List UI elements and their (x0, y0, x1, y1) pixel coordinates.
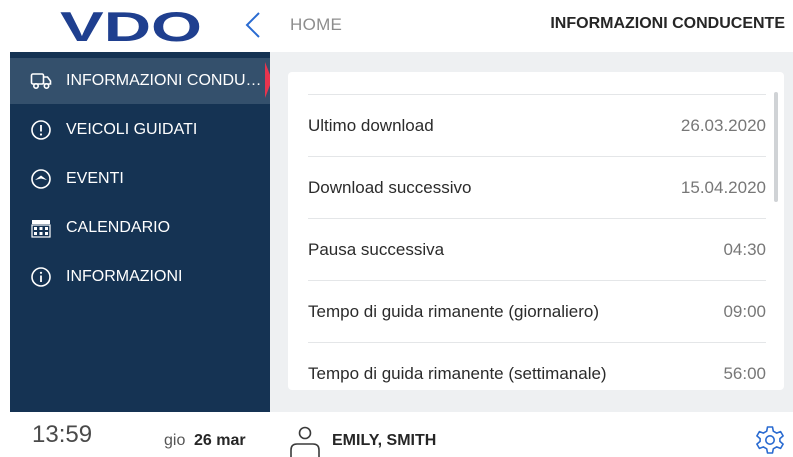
row-label: Pausa successiva (308, 239, 445, 259)
driver-info-card: Ultimo download 26.03.2020 Download succ… (288, 72, 784, 390)
info-row-next-break[interactable]: Pausa successiva 04:30 (308, 219, 766, 281)
sidebar-item-events[interactable]: EVENTI (10, 156, 270, 202)
row-value: 04:30 (723, 239, 766, 259)
info-row-daily-driving-time[interactable]: Tempo di guida rimanente (giornaliero) 0… (308, 281, 766, 343)
info-icon (30, 266, 52, 288)
row-value: 26.03.2020 (680, 115, 766, 135)
back-button[interactable] (236, 8, 270, 42)
row-label: Tempo di guida rimanente (giornaliero) (308, 301, 600, 321)
calendar-icon (30, 217, 52, 239)
sidebar-item-vehicles[interactable]: VEICOLI GUIDATI (10, 107, 270, 153)
breadcrumb-home[interactable]: HOME (290, 15, 342, 35)
header: VDO HOME INFORMAZIONI CONDUCENTE (0, 0, 793, 52)
status-bar: 13:59 gio 26 mar EMILY, SMITH (0, 412, 793, 457)
row-label: Tempo di guida rimanente (settimanale) (308, 363, 607, 383)
weekday: gio (164, 432, 186, 449)
row-value: 09:00 (723, 301, 766, 321)
settings-button[interactable] (754, 424, 786, 456)
vdo-logo: VDO (60, 8, 202, 44)
chevron-left-icon (245, 12, 260, 38)
sidebar-item-info[interactable]: INFORMAZIONI (10, 254, 270, 300)
alert-circle-icon (30, 119, 52, 141)
row-label: Ultimo download (308, 115, 434, 135)
sidebar-item-calendar[interactable]: CALENDARIO (10, 205, 270, 251)
gear-icon (756, 426, 784, 454)
clock: 13:59 (32, 421, 93, 448)
user-icon (290, 426, 320, 457)
row-label: Download successivo (308, 177, 472, 197)
row-value: 56:00 (723, 363, 766, 383)
sidebar-item-label: INFORMAZIONI (66, 268, 183, 285)
row-value: 15.04.2020 (680, 177, 766, 197)
info-row-last-download[interactable]: Ultimo download 26.03.2020 (308, 95, 766, 157)
svg-text:VDO: VDO (60, 8, 202, 44)
truck-icon (30, 70, 52, 92)
compass-icon (30, 168, 52, 190)
driver-name: EMILY, SMITH (332, 432, 437, 449)
scrollbar[interactable] (774, 92, 778, 202)
sidebar-item-label: INFORMAZIONI CONDU… (66, 72, 262, 89)
info-row-weekly-driving-time[interactable]: Tempo di guida rimanente (settimanale) 5… (308, 343, 766, 390)
sidebar-item-label: EVENTI (66, 170, 124, 187)
sidebar: INFORMAZIONI CONDU… VEICOLI GUIDATI EVEN… (10, 52, 270, 412)
info-row-next-download[interactable]: Download successivo 15.04.2020 (308, 157, 766, 219)
date: 26 mar (194, 432, 246, 449)
sidebar-item-driver-info[interactable]: INFORMAZIONI CONDU… (10, 58, 270, 104)
sidebar-item-label: VEICOLI GUIDATI (66, 121, 198, 138)
sidebar-item-label: CALENDARIO (66, 219, 171, 236)
page-title: INFORMAZIONI CONDUCENTE (550, 15, 785, 32)
